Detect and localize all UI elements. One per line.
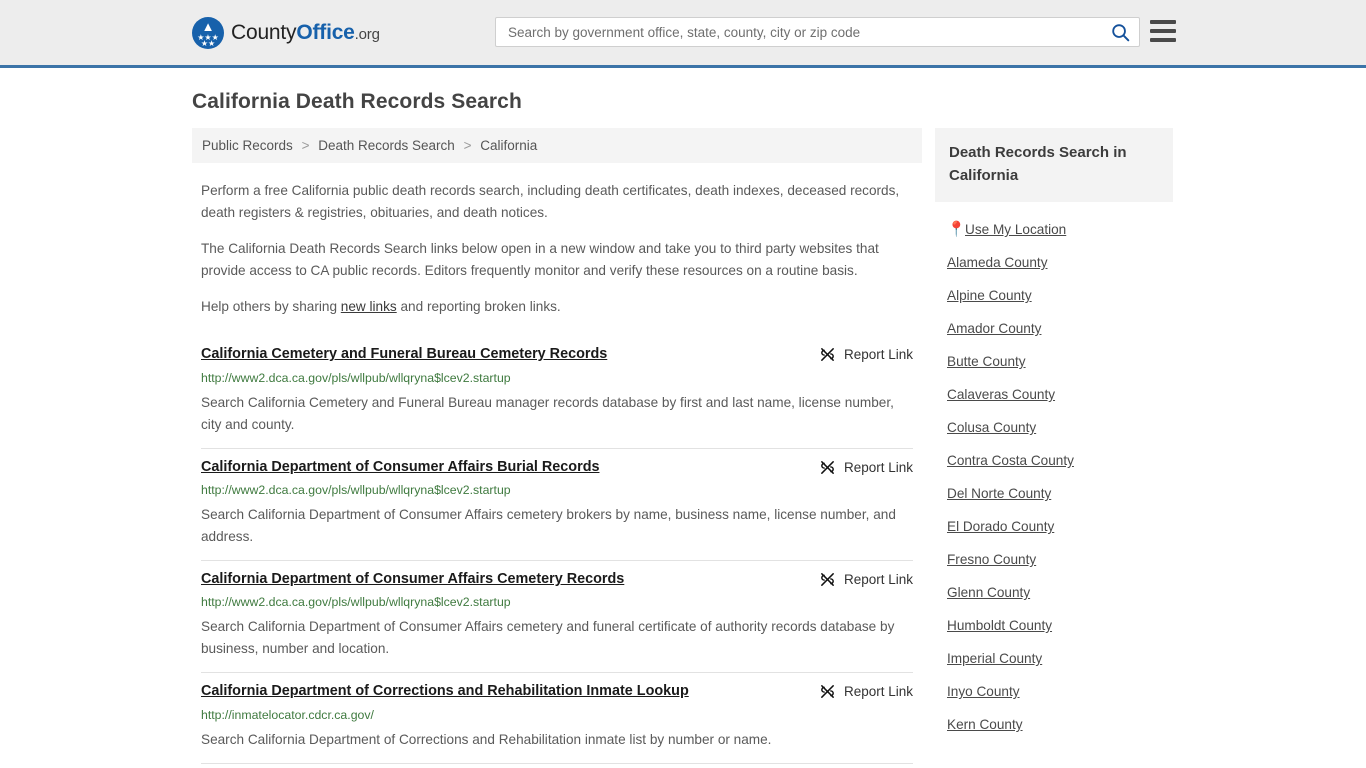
logo-text-org: .org — [354, 25, 380, 43]
sidebar-item-county[interactable]: Imperial County — [935, 642, 1173, 675]
result-url: http://www2.dca.ca.gov/pls/wllpub/wllqry… — [201, 370, 511, 385]
report-link-button[interactable]: Report Link — [819, 459, 913, 476]
sidebar-county-label[interactable]: Alpine County — [947, 288, 1032, 303]
breadcrumb-item-death-records-search[interactable]: Death Records Search — [318, 138, 455, 153]
broken-link-icon — [821, 348, 834, 361]
result-item: California Department of Consumer Affair… — [201, 449, 913, 561]
sidebar-county-label[interactable]: Del Norte County — [947, 486, 1051, 501]
sidebar-heading: Death Records Search in California — [935, 128, 1173, 202]
result-description: Search California Department of Consumer… — [201, 619, 895, 657]
sidebar-county-label[interactable]: Calaveras County — [947, 387, 1055, 402]
content-columns: Public Records > Death Records Search > … — [192, 128, 1174, 768]
sidebar-county-label[interactable]: Inyo County — [947, 684, 1020, 699]
result-description: Search California Department of Consumer… — [201, 506, 896, 544]
sidebar-item-county[interactable]: Contra Costa County — [935, 444, 1173, 477]
search-bar[interactable] — [495, 17, 1140, 47]
report-link-label: Report Link — [843, 459, 913, 475]
results-list: California Cemetery and Funeral Bureau C… — [192, 336, 922, 768]
sidebar-item-county[interactable]: Alpine County — [935, 279, 1173, 312]
result-url: http://www2.dca.ca.gov/pls/wllpub/wllqry… — [201, 595, 511, 610]
sidebar-county-label[interactable]: Butte County — [947, 354, 1026, 369]
breadcrumb-item-california[interactable]: California — [480, 138, 537, 153]
sidebar-county-label[interactable]: Imperial County — [947, 651, 1042, 666]
result-item: California Department of Corrections and… — [201, 673, 913, 764]
breadcrumb-item-public-records[interactable]: Public Records — [202, 138, 293, 153]
report-link-button[interactable]: Report Link — [819, 571, 913, 588]
main-column: Public Records > Death Records Search > … — [192, 128, 922, 768]
sidebar-county-label[interactable]: Fresno County — [947, 552, 1036, 567]
search-icon — [1111, 23, 1129, 41]
logo-text-office: Office — [296, 20, 355, 44]
sidebar-item-county[interactable]: Calaveras County — [935, 378, 1173, 411]
sidebar-item-county[interactable]: Alameda County — [935, 246, 1173, 279]
breadcrumb: Public Records > Death Records Search > … — [192, 128, 922, 163]
sidebar: Death Records Search in California 📍 Use… — [935, 128, 1173, 741]
sidebar-item-county[interactable]: Colusa County — [935, 411, 1173, 444]
breadcrumb-separator: > — [463, 138, 472, 153]
intro-p3-after: and reporting broken links. — [396, 299, 561, 315]
breadcrumb-separator: > — [301, 138, 310, 153]
result-title-link[interactable]: California Department of Consumer Affair… — [201, 570, 624, 589]
eagle-seal-icon: ▲ ★★★ ★★ — [192, 16, 224, 49]
page-container: California Death Records Search Public R… — [0, 90, 1366, 768]
sidebar-county-label[interactable]: Colusa County — [947, 420, 1036, 435]
result-title-link[interactable]: California Department of Consumer Affair… — [201, 458, 599, 477]
logo-text-county: County — [231, 20, 297, 44]
result-description: Search California Department of Correcti… — [201, 731, 772, 747]
report-link-button[interactable]: Report Link — [819, 683, 913, 700]
sidebar-county-label[interactable]: El Dorado County — [947, 519, 1054, 534]
sidebar-county-label[interactable]: Glenn County — [947, 585, 1030, 600]
result-header: California Cemetery and Funeral Bureau C… — [201, 345, 913, 364]
intro-paragraph-1: Perform a free California public death r… — [201, 183, 900, 221]
broken-link-icon — [821, 685, 834, 699]
sidebar-county-list: 📍 Use My Location Alameda County Alpine C… — [935, 213, 1173, 741]
result-url: http://www2.dca.ca.gov/pls/wllpub/wllqry… — [201, 482, 511, 497]
report-link-label: Report Link — [843, 571, 913, 587]
sidebar-item-county[interactable]: Butte County — [935, 345, 1173, 378]
result-url: http://inmatelocator.cdcr.ca.gov/ — [201, 707, 374, 722]
result-item: California Department of Consumer Affair… — [201, 561, 913, 674]
report-link-label: Report Link — [843, 347, 913, 363]
sidebar-item-county[interactable]: Amador County — [935, 312, 1173, 345]
report-link-label: Report Link — [843, 684, 913, 700]
sidebar-county-label[interactable]: Kern County — [947, 717, 1023, 732]
result-title-link[interactable]: California Department of Corrections and… — [201, 682, 689, 701]
sidebar-item-county[interactable]: Fresno County — [935, 543, 1173, 576]
sidebar-item-county[interactable]: Glenn County — [935, 576, 1173, 609]
sidebar-item-county[interactable]: Inyo County — [935, 675, 1173, 708]
result-header: California Department of Corrections and… — [201, 682, 913, 701]
sidebar-item-county[interactable]: Humboldt County — [935, 609, 1173, 642]
result-item: California Department of Health Services… — [201, 764, 913, 768]
search-button[interactable] — [1101, 18, 1139, 46]
page-title: California Death Records Search — [192, 90, 522, 113]
result-header: California Department of Consumer Affair… — [201, 458, 913, 477]
result-description: Search California Cemetery and Funeral B… — [201, 394, 894, 432]
new-links-link[interactable]: new links — [341, 299, 397, 314]
sidebar-item-county[interactable]: Kern County — [935, 708, 1173, 741]
intro-paragraph-2: The California Death Records Search link… — [201, 241, 879, 279]
sidebar-county-label[interactable]: Amador County — [947, 321, 1041, 336]
intro-section: Perform a free California public death r… — [192, 180, 922, 318]
intro-paragraph-3: Help others by sharing new links and rep… — [201, 296, 913, 318]
result-item: California Cemetery and Funeral Bureau C… — [201, 336, 913, 449]
search-input[interactable] — [496, 18, 1101, 46]
sidebar-item-county[interactable]: Del Norte County — [935, 477, 1173, 510]
result-title-link[interactable]: California Cemetery and Funeral Bureau C… — [201, 345, 607, 364]
report-link-button[interactable]: Report Link — [819, 346, 913, 363]
site-header: ▲ ★★★ ★★ CountyOffice.org — [0, 0, 1366, 68]
site-logo[interactable]: ▲ ★★★ ★★ CountyOffice.org — [192, 16, 380, 49]
sidebar-item-use-my-location[interactable]: 📍 Use My Location — [935, 213, 1173, 246]
use-my-location-label[interactable]: Use My Location — [965, 222, 1066, 237]
sidebar-county-label[interactable]: Contra Costa County — [947, 453, 1074, 468]
sidebar-county-label[interactable]: Alameda County — [947, 255, 1048, 270]
result-header: California Department of Consumer Affair… — [201, 570, 913, 589]
sidebar-item-county[interactable]: El Dorado County — [935, 510, 1173, 543]
intro-p3-before: Help others by sharing — [201, 299, 341, 315]
broken-link-icon — [821, 460, 834, 474]
sidebar-county-label[interactable]: Humboldt County — [947, 618, 1052, 633]
map-pin-icon: 📍 — [947, 221, 966, 238]
hamburger-menu-icon[interactable] — [1150, 20, 1176, 42]
broken-link-icon — [821, 573, 834, 586]
logo-text: CountyOffice.org — [231, 21, 380, 45]
